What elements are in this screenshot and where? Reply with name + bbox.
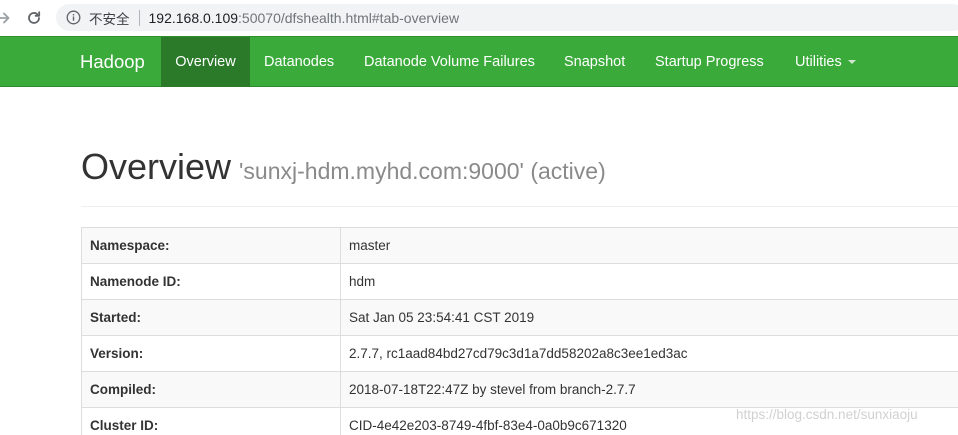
reload-button[interactable] <box>22 0 46 36</box>
table-key: Compiled: <box>81 371 341 408</box>
table-value: 2.7.7, rc1aad84bd27cd79c3d1a7dd58202a8c3… <box>340 335 958 372</box>
page-subtitle: 'sunxj-hdm.myhd.com:9000' (active) <box>239 158 606 184</box>
info-icon[interactable] <box>66 10 81 25</box>
url-text[interactable]: 192.168.0.109:50070/dfshealth.html#tab-o… <box>149 10 460 26</box>
nav-startup-progress[interactable]: Startup Progress <box>655 37 764 87</box>
table-key: Started: <box>81 299 341 336</box>
table-row: Namespace: master <box>81 227 958 264</box>
table-key: Cluster ID: <box>81 407 341 435</box>
nav-utilities-dropdown[interactable]: Utilities <box>795 37 856 87</box>
table-value: master <box>340 227 958 264</box>
caret-down-icon <box>847 60 856 65</box>
nav-snapshot[interactable]: Snapshot <box>564 37 625 87</box>
url-bar[interactable]: 不安全 192.168.0.109:50070/dfshealth.html#t… <box>56 4 958 31</box>
table-value: hdm <box>340 263 958 300</box>
table-value: Sat Jan 05 23:54:41 CST 2019 <box>340 299 958 336</box>
insecure-label: 不安全 <box>89 11 130 27</box>
forward-button[interactable] <box>0 0 14 36</box>
brand-logo[interactable]: Hadoop <box>80 37 145 87</box>
url-host: 192.168.0.109 <box>148 9 239 26</box>
url-separator <box>138 9 140 26</box>
page-title: Overview <box>81 146 232 187</box>
page-header: Overview 'sunxj-hdm.myhd.com:9000' (activ… <box>81 146 606 188</box>
page: 不安全 192.168.0.109:50070/dfshealth.html#t… <box>0 0 958 435</box>
reload-icon <box>28 11 41 24</box>
table-key: Namenode ID: <box>81 263 341 300</box>
arrow-right-icon <box>0 12 10 24</box>
table-row: Version: 2.7.7, rc1aad84bd27cd79c3d1a7dd… <box>81 335 958 372</box>
table-key: Namespace: <box>81 227 341 264</box>
header-divider <box>81 206 958 207</box>
nav-datanodes[interactable]: Datanodes <box>264 37 334 87</box>
overview-table: Namespace: master Namenode ID: hdm Start… <box>81 227 958 435</box>
nav-utilities-label: Utilities <box>795 54 842 70</box>
url-path: :50070/dfshealth.html#tab-overview <box>238 9 460 26</box>
navbar: Hadoop Overview Datanodes Datanode Volum… <box>0 36 958 87</box>
table-row: Compiled: 2018-07-18T22:47Z by stevel fr… <box>81 371 958 408</box>
browser-address-bar: 不安全 192.168.0.109:50070/dfshealth.html#t… <box>0 0 958 36</box>
nav-datanode-volume-failures[interactable]: Datanode Volume Failures <box>364 37 535 87</box>
table-key: Version: <box>81 335 341 372</box>
table-value: 2018-07-18T22:47Z by stevel from branch-… <box>340 371 958 408</box>
watermark-text: https://blog.csdn.net/sunxiaoju <box>736 407 918 422</box>
table-row: Namenode ID: hdm <box>81 263 958 300</box>
table-row: Started: Sat Jan 05 23:54:41 CST 2019 <box>81 299 958 336</box>
nav-overview[interactable]: Overview <box>161 37 250 87</box>
